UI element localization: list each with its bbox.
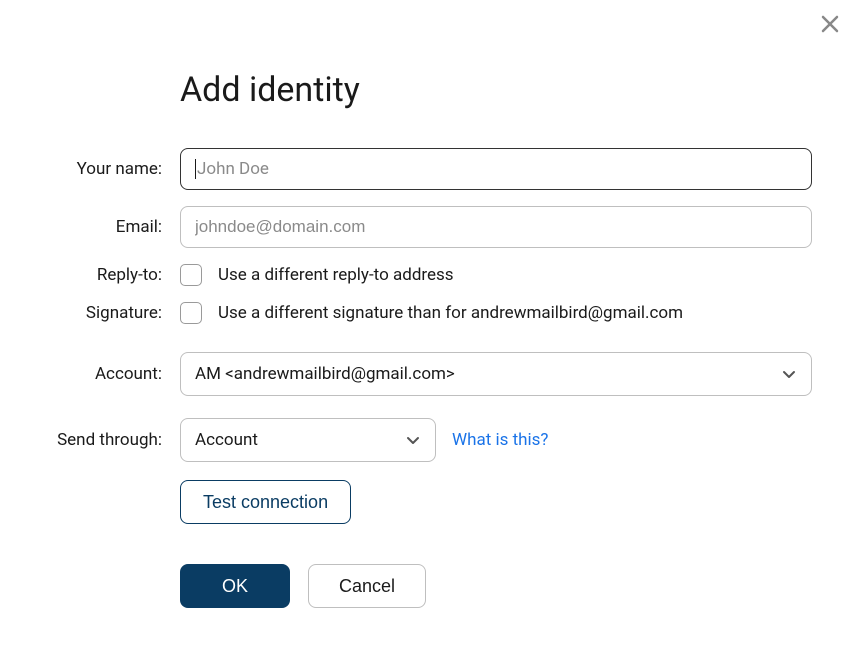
send-through-selected-value: Account (195, 430, 258, 450)
email-input[interactable] (180, 206, 812, 248)
test-connection-row: Test connection (40, 480, 817, 524)
add-identity-dialog: Add identity Your name: John Doe Email: … (0, 0, 857, 648)
email-label: Email: (40, 217, 180, 237)
reply-to-checkbox-text: Use a different reply-to address (218, 265, 454, 285)
signature-checkbox-text: Use a different signature than for andre… (218, 303, 683, 323)
ok-button[interactable]: OK (180, 564, 290, 608)
signature-row: Signature: Use a different signature tha… (40, 302, 817, 324)
name-placeholder: John Doe (197, 159, 269, 179)
send-through-label: Send through: (40, 430, 180, 450)
dialog-buttons: OK Cancel (180, 564, 817, 608)
send-through-row: Send through: Account What is this? (40, 418, 817, 462)
email-row: Email: (40, 206, 817, 248)
account-label: Account: (40, 364, 180, 384)
account-select-wrap: AM <andrewmailbird@gmail.com> (180, 352, 812, 396)
name-input[interactable]: John Doe (180, 148, 812, 190)
name-row: Your name: John Doe (40, 148, 817, 190)
cancel-button[interactable]: Cancel (308, 564, 426, 608)
account-selected-value: AM <andrewmailbird@gmail.com> (195, 364, 455, 384)
reply-to-checkbox[interactable] (180, 264, 202, 286)
name-label: Your name: (40, 159, 180, 179)
reply-to-label: Reply-to: (40, 265, 180, 285)
send-through-select-wrap: Account (180, 418, 436, 462)
what-is-this-link[interactable]: What is this? (452, 430, 548, 450)
signature-label: Signature: (40, 303, 180, 323)
text-cursor (195, 159, 196, 179)
account-select[interactable]: AM <andrewmailbird@gmail.com> (180, 352, 812, 396)
signature-checkbox[interactable] (180, 302, 202, 324)
dialog-title: Add identity (180, 70, 817, 110)
reply-to-row: Reply-to: Use a different reply-to addre… (40, 264, 817, 286)
close-button[interactable] (818, 12, 842, 36)
send-through-select[interactable]: Account (180, 418, 436, 462)
account-row: Account: AM <andrewmailbird@gmail.com> (40, 352, 817, 396)
test-connection-button[interactable]: Test connection (180, 480, 351, 524)
close-icon (821, 15, 839, 33)
